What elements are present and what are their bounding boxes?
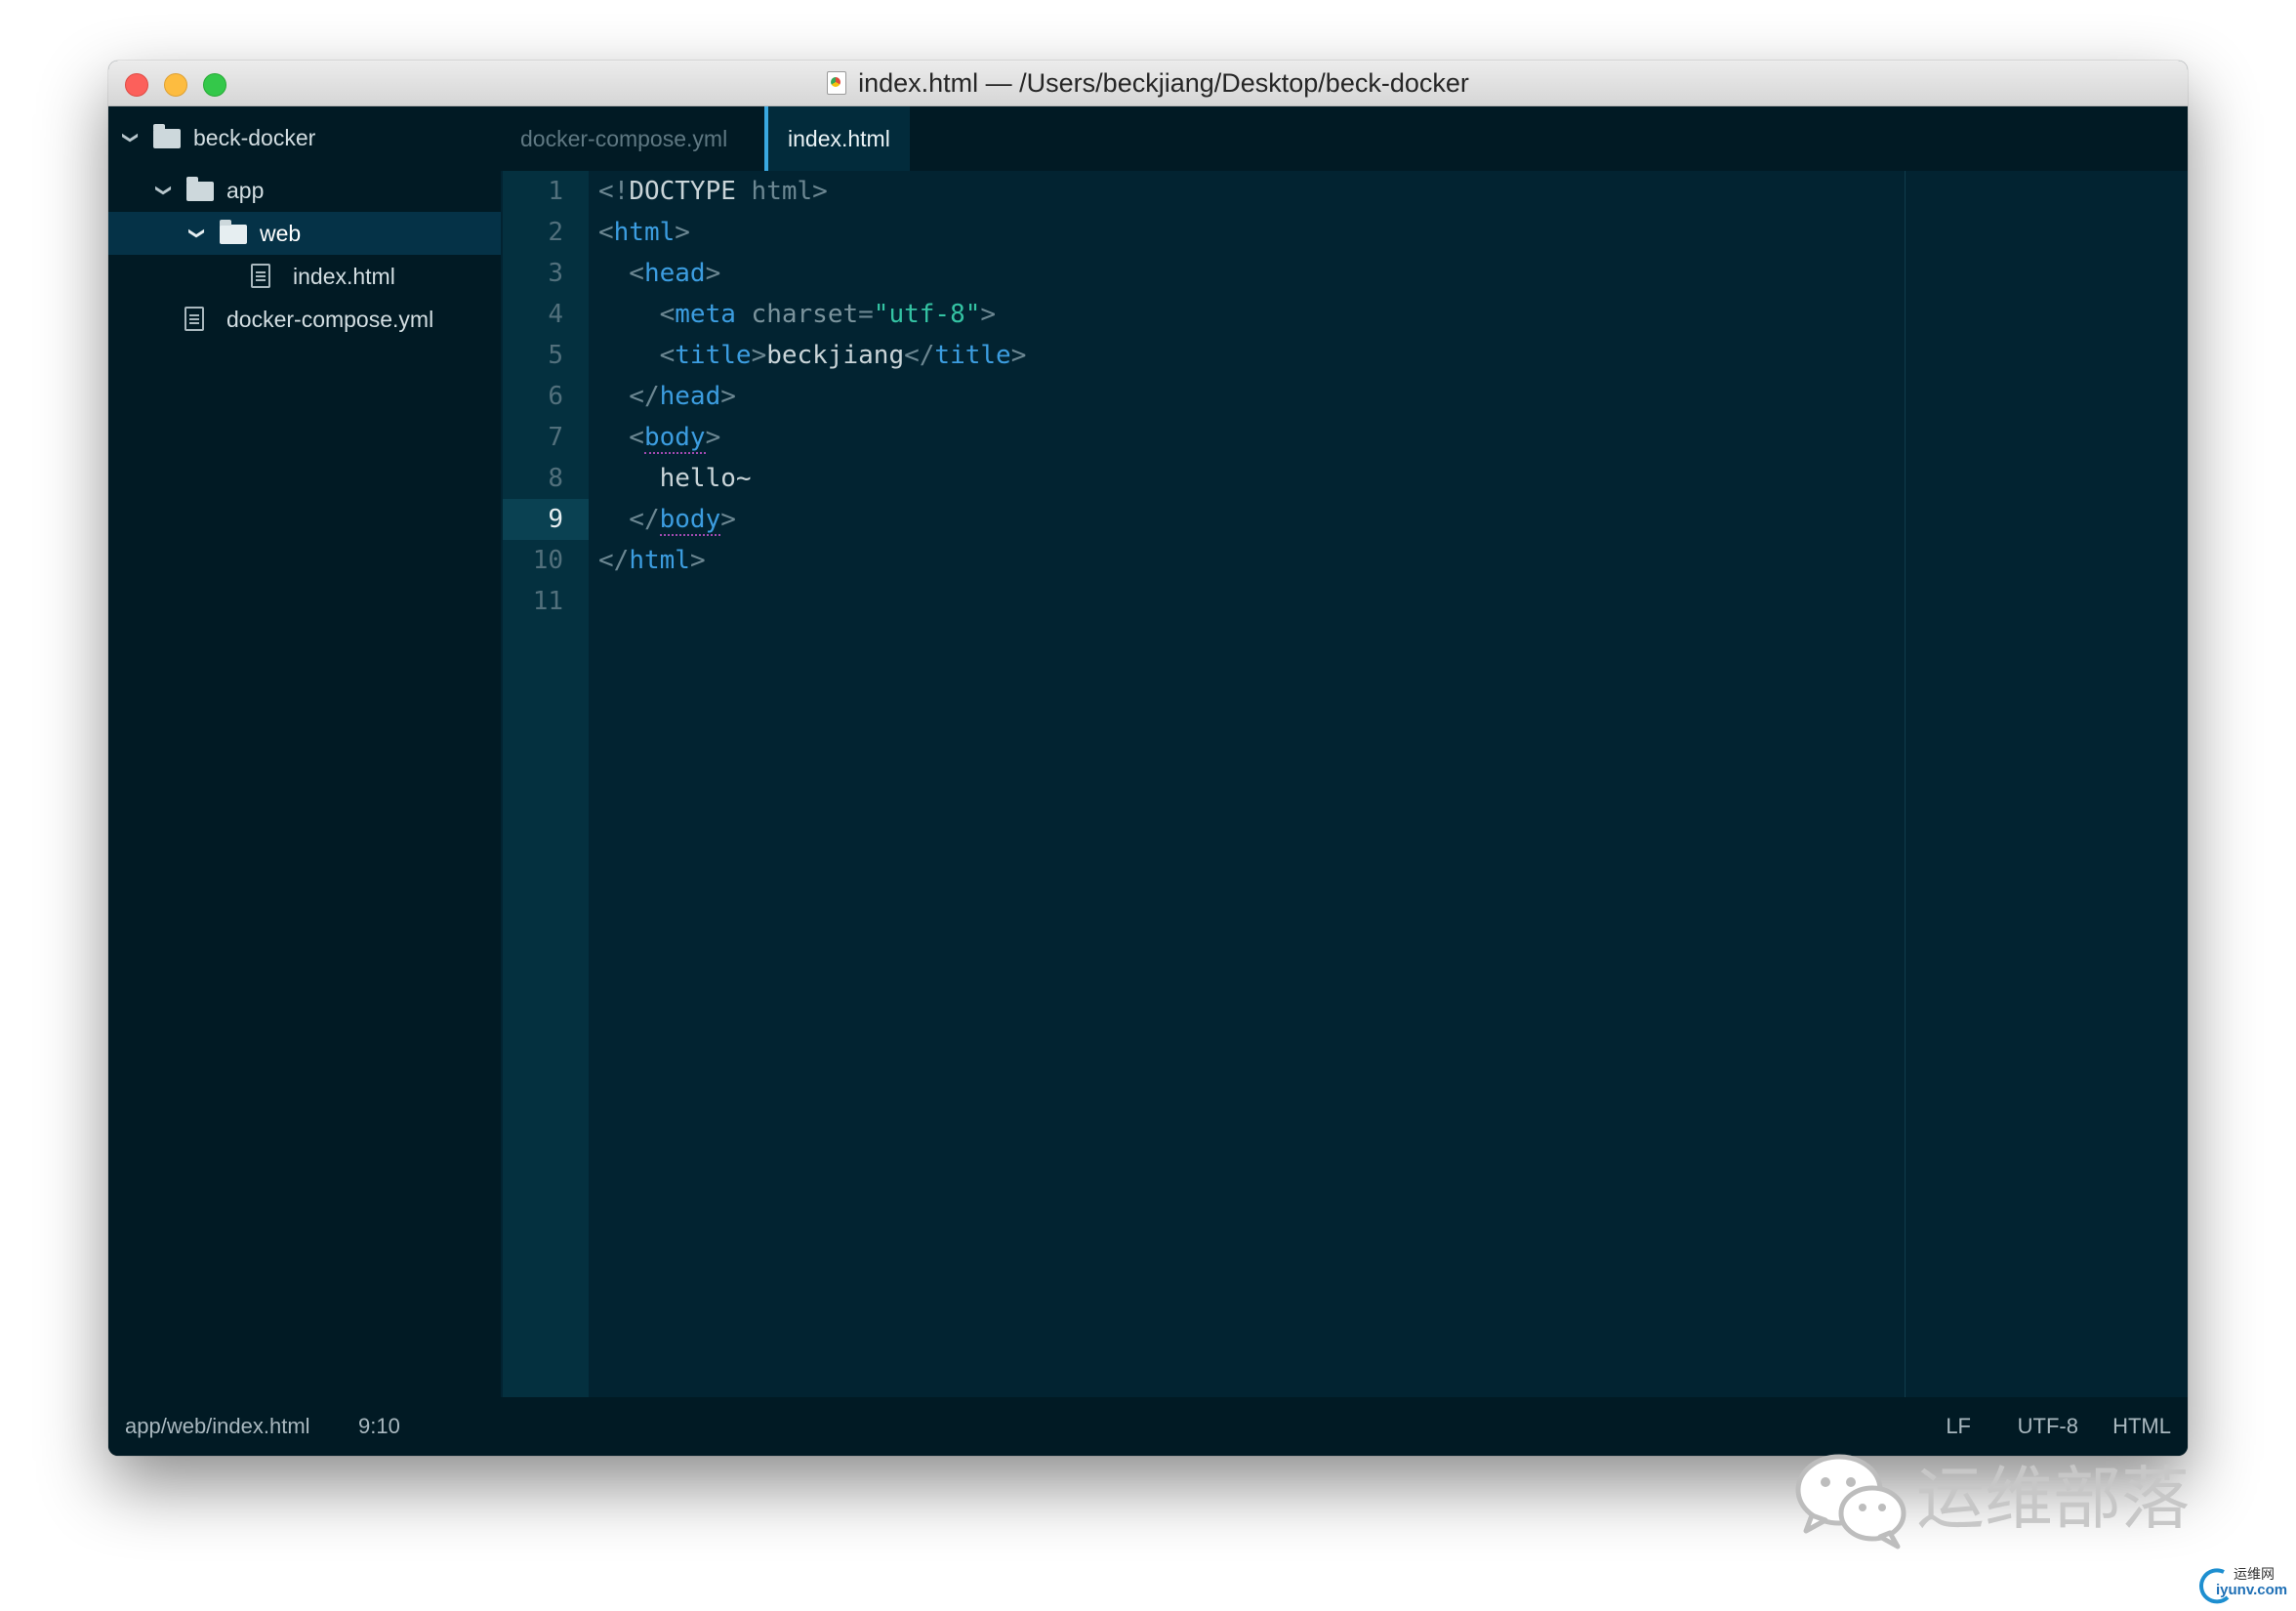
code-token: </	[598, 382, 660, 411]
tab-label: docker-compose.yml	[520, 126, 728, 151]
line-number[interactable]: 10	[533, 540, 563, 581]
editor-window: index.html — /Users/beckjiang/Desktop/be…	[108, 61, 2188, 1456]
file-icon	[184, 307, 204, 331]
code-line[interactable]: <title>beckjiang</title>	[598, 335, 1027, 376]
code-token: >	[1010, 341, 1027, 370]
code-token: >	[705, 423, 721, 452]
tree-item-label: beck-docker	[193, 125, 316, 150]
code-token: html>	[735, 177, 828, 206]
code-token: =	[858, 300, 874, 329]
chevron-down-icon[interactable]: ❯	[142, 181, 184, 200]
site-logo: 运维网 iyunv.com	[2194, 1564, 2292, 1607]
code-token: </	[598, 546, 630, 575]
title-bar[interactable]: index.html — /Users/beckjiang/Desktop/be…	[108, 61, 2188, 106]
tab-bar: docker-compose.yml index.html	[501, 106, 2188, 171]
code-token: "utf-8"	[873, 300, 981, 329]
code-token: beckjiang	[766, 341, 905, 370]
code-token: </	[598, 505, 660, 534]
line-number-gutter[interactable]: 1 2 3 4 5 6 7 8 9 10 11	[503, 171, 589, 1397]
code-token: <	[598, 423, 644, 452]
wechat-icon	[1795, 1454, 1906, 1549]
code-token: hello~	[598, 464, 752, 493]
tree-item-web[interactable]: ❯ web	[108, 212, 501, 255]
code-line[interactable]: <meta charset="utf-8">	[598, 294, 996, 335]
code-token: </	[904, 341, 935, 370]
code-token: head	[659, 382, 721, 411]
code-token: title	[675, 341, 752, 370]
tab-index-html[interactable]: index.html	[764, 106, 910, 171]
window-title-container: index.html — /Users/beckjiang/Desktop/be…	[108, 61, 2188, 105]
code-line[interactable]: <!DOCTYPE html>	[598, 171, 828, 212]
line-number[interactable]: 3	[548, 253, 563, 294]
tab-label: index.html	[788, 126, 890, 151]
code-token: >	[675, 218, 690, 247]
tree-item-docker-compose[interactable]: docker-compose.yml	[108, 298, 501, 341]
tree-item-index-html[interactable]: index.html	[108, 255, 501, 298]
code-line[interactable]: </html>	[598, 540, 706, 581]
status-file-path[interactable]: app/web/index.html	[125, 1397, 310, 1456]
code-line[interactable]: </body>	[598, 499, 736, 540]
watermark: 运维部落	[1792, 1445, 2222, 1552]
line-number[interactable]: 2	[548, 212, 563, 253]
logo-text-top: 运维网	[2234, 1566, 2275, 1582]
code-line[interactable]: hello~	[598, 458, 752, 499]
code-line[interactable]: <body>	[598, 417, 720, 458]
line-number[interactable]: 6	[548, 376, 563, 417]
line-number[interactable]: 7	[548, 417, 563, 458]
code-token: DOCTYPE	[629, 177, 736, 206]
folder-icon	[220, 220, 247, 244]
chevron-down-icon[interactable]: ❯	[175, 224, 218, 243]
window-title: index.html — /Users/beckjiang/Desktop/be…	[858, 68, 1469, 98]
tree-view: ❯ beck-docker ❯ app ❯ web index.html doc…	[108, 106, 501, 1397]
tree-item-project[interactable]: ❯ beck-docker	[108, 116, 501, 159]
code-token: meta	[675, 300, 736, 329]
code-token: >	[751, 341, 767, 370]
document-icon	[827, 71, 847, 95]
code-token: >	[689, 546, 706, 575]
tree-item-label: web	[260, 221, 302, 246]
current-line-highlight	[503, 499, 589, 540]
folder-icon	[186, 177, 214, 201]
code-token: >	[705, 259, 721, 288]
line-number[interactable]: 4	[548, 294, 563, 335]
code-token: html	[613, 218, 676, 247]
line-number[interactable]: 9	[548, 499, 563, 540]
code-token: <	[598, 259, 644, 288]
code-token: >	[720, 382, 736, 411]
line-number[interactable]: 8	[548, 458, 563, 499]
watermark-text: 运维部落	[1916, 1459, 2190, 1539]
code-token: <	[598, 218, 614, 247]
chevron-down-icon[interactable]: ❯	[108, 128, 151, 147]
tree-item-label: docker-compose.yml	[226, 307, 434, 332]
tree-item-app[interactable]: ❯ app	[108, 169, 501, 212]
code-line[interactable]: <head>	[598, 253, 720, 294]
code-token: body	[659, 505, 721, 536]
wrap-guide	[1905, 171, 1906, 1397]
code-token: html	[629, 546, 690, 575]
code-token: <	[598, 300, 676, 329]
line-number[interactable]: 1	[548, 171, 563, 212]
line-number[interactable]: 5	[548, 335, 563, 376]
code-token: >	[720, 505, 736, 534]
code-line[interactable]: </head>	[598, 376, 736, 417]
tree-item-label: app	[226, 178, 265, 203]
code-token: >	[980, 300, 997, 329]
code-token: <!	[598, 177, 630, 206]
code-token: title	[934, 341, 1011, 370]
tree-item-label: index.html	[293, 264, 395, 289]
code-editor[interactable]: <!DOCTYPE html> <html> <head> <meta chars…	[589, 171, 2188, 1397]
code-token: <	[598, 341, 676, 370]
code-token: charset	[735, 300, 859, 329]
code-line[interactable]: <html>	[598, 212, 690, 253]
logo-text-bottom: iyunv.com	[2216, 1582, 2288, 1598]
status-cursor-position[interactable]: 9:10	[358, 1397, 400, 1456]
code-token: body	[643, 423, 706, 454]
code-token: head	[643, 259, 706, 288]
folder-icon	[153, 124, 181, 148]
line-number[interactable]: 11	[533, 581, 563, 622]
tab-docker-compose[interactable]: docker-compose.yml	[501, 106, 761, 171]
file-icon	[251, 264, 270, 288]
